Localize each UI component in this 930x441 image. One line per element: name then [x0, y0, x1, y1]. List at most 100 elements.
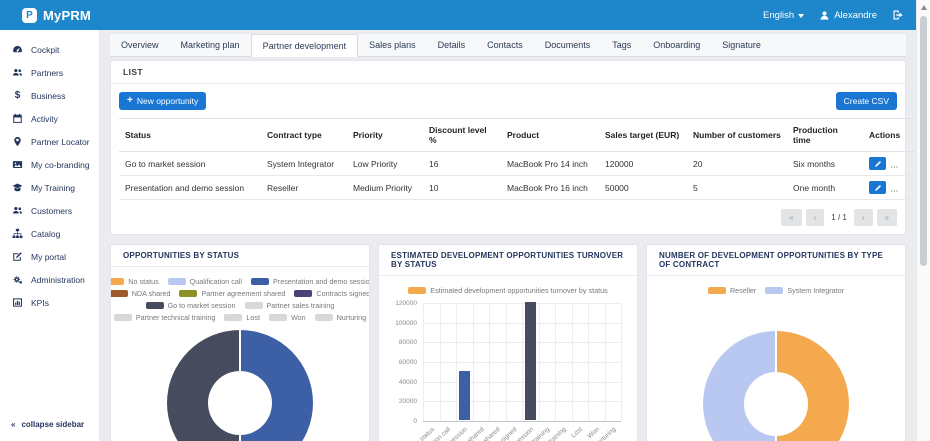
- gridline: [473, 303, 474, 421]
- tab-signature[interactable]: Signature: [711, 34, 772, 56]
- table-header-cell: Status: [119, 119, 261, 152]
- table-cell: MacBook Pro 14 inch: [501, 152, 599, 176]
- table-cell: 50000: [599, 176, 687, 200]
- chart-legend-row: Reseller System Integrator: [708, 286, 844, 295]
- legend-item[interactable]: Partner sales training: [245, 301, 335, 310]
- sidebar-item-catalog[interactable]: Catalog: [0, 222, 99, 245]
- y-axis-tick-label: 80000: [399, 339, 417, 346]
- legend-item[interactable]: Partner agreement shared: [179, 289, 285, 298]
- sign-out-icon[interactable]: [892, 9, 904, 21]
- tab-details[interactable]: Details: [427, 34, 477, 56]
- legend-swatch: [708, 287, 726, 294]
- y-axis-tick-label: 100000: [395, 320, 417, 327]
- collapse-icon: «: [11, 420, 15, 429]
- tab-tags[interactable]: Tags: [601, 34, 642, 56]
- page-first-button[interactable]: «: [781, 209, 801, 226]
- sidebar-item-my-co-branding[interactable]: My co-branding: [0, 153, 99, 176]
- language-selector[interactable]: English: [763, 10, 804, 21]
- sidebar-item-label: Cockpit: [31, 45, 59, 55]
- legend-swatch: [224, 314, 242, 321]
- tab-sales-plans[interactable]: Sales plans: [358, 34, 427, 56]
- sidebar-item-label: Partner Locator: [31, 137, 90, 147]
- tab-overview[interactable]: Overview: [110, 34, 170, 56]
- legend-label: Qualification call: [190, 277, 242, 286]
- table-header-cell: Product: [501, 119, 599, 152]
- y-axis-tick-label: 60000: [399, 359, 417, 366]
- sidebar-item-partners[interactable]: Partners: [0, 61, 99, 84]
- dollar-icon: $: [11, 90, 24, 101]
- legend-label: Reseller: [730, 286, 756, 295]
- brand[interactable]: P MyPRM: [22, 8, 91, 23]
- cogs-icon: [11, 274, 24, 285]
- tab-contacts[interactable]: Contacts: [476, 34, 534, 56]
- tab-onboarding[interactable]: Onboarding: [642, 34, 711, 56]
- chart-panel-opportunities-by-status: OPPORTUNITIES BY STATUS No statusQualifi…: [110, 244, 370, 441]
- list-panel-body: + New opportunity Create CSV StatusContr…: [111, 84, 905, 234]
- tab-documents[interactable]: Documents: [534, 34, 602, 56]
- table-cell-actions: [863, 176, 915, 200]
- tab-partner-development[interactable]: Partner development: [251, 34, 359, 57]
- graduation-cap-icon: [11, 182, 24, 193]
- gridline: [588, 303, 589, 421]
- sidebar-item-label: My Training: [31, 183, 75, 193]
- sidebar-item-business[interactable]: $Business: [0, 84, 99, 107]
- legend-swatch: [168, 278, 186, 285]
- legend-item[interactable]: Partner technical training: [114, 313, 216, 322]
- brand-name: MyPRM: [43, 8, 91, 23]
- page-last-button[interactable]: »: [877, 209, 897, 226]
- scrollbar[interactable]: [916, 0, 930, 441]
- legend-item[interactable]: Won: [269, 313, 306, 322]
- sitemap-icon: [11, 228, 24, 239]
- chart-legend-row: NDA shared Partner agreement shared Contra…: [110, 289, 370, 298]
- collapse-sidebar[interactable]: « collapse sidebar: [11, 420, 84, 429]
- sidebar-item-label: KPIs: [31, 298, 49, 308]
- table-cell: 16: [423, 152, 501, 176]
- bar-chart: 120000100000800006000040000200000 No sta…: [389, 303, 627, 441]
- create-csv-button[interactable]: Create CSV: [836, 92, 897, 110]
- sidebar-item-my-training[interactable]: My Training: [0, 176, 99, 199]
- page-next-button[interactable]: ›: [854, 209, 873, 226]
- scroll-thumb[interactable]: [920, 16, 927, 266]
- gauge-icon: [11, 44, 24, 55]
- table-cell: 120000: [599, 152, 687, 176]
- donut-hole: [744, 372, 808, 436]
- legend-item[interactable]: System Integrator: [765, 286, 844, 295]
- gridline: [555, 303, 556, 421]
- legend-item[interactable]: Nurturing: [315, 313, 367, 322]
- page-prev-button[interactable]: ‹: [806, 209, 825, 226]
- sidebar-item-partner-locator[interactable]: Partner Locator: [0, 130, 99, 153]
- edit-button[interactable]: [869, 157, 886, 170]
- user-menu[interactable]: Alexandre: [819, 10, 877, 21]
- legend-item[interactable]: Go to market session: [146, 301, 236, 310]
- header: P MyPRM English Alexandre: [0, 0, 916, 30]
- sidebar-item-my-portal[interactable]: My portal: [0, 245, 99, 268]
- legend-item[interactable]: Estimated development opportunities turn…: [408, 286, 607, 295]
- y-axis-tick-label: 0: [413, 418, 417, 425]
- legend-label: Estimated development opportunities turn…: [430, 286, 607, 295]
- legend-item[interactable]: Lost: [224, 313, 260, 322]
- legend-item[interactable]: NDA shared: [110, 289, 170, 298]
- legend-label: Won: [291, 313, 306, 322]
- sidebar-item-administration[interactable]: Administration: [0, 268, 99, 291]
- sidebar-item-kpis[interactable]: KPIs: [0, 291, 99, 314]
- sidebar-item-activity[interactable]: Activity: [0, 107, 99, 130]
- sidebar-item-label: Catalog: [31, 229, 60, 239]
- new-opportunity-label: New opportunity: [137, 96, 198, 106]
- gridline: [456, 303, 457, 421]
- pencil-icon: [874, 184, 882, 192]
- x-axis-label: Lost: [571, 426, 585, 439]
- scroll-up-arrow[interactable]: [921, 5, 927, 10]
- sidebar-item-customers[interactable]: Customers: [0, 199, 99, 222]
- users-icon: [11, 67, 24, 78]
- legend-swatch: [294, 290, 312, 297]
- sidebar-item-cockpit[interactable]: Cockpit: [0, 38, 99, 61]
- new-opportunity-button[interactable]: + New opportunity: [119, 92, 206, 110]
- tab-marketing-plan[interactable]: Marketing plan: [170, 34, 251, 56]
- legend-item[interactable]: Reseller: [708, 286, 756, 295]
- table-cell: Go to market session: [119, 152, 261, 176]
- edit-button[interactable]: [869, 181, 886, 194]
- legend-item[interactable]: Presentation and demo session: [251, 277, 370, 286]
- legend-item[interactable]: No status: [110, 277, 159, 286]
- legend-item[interactable]: Contracts signed: [294, 289, 370, 298]
- legend-item[interactable]: Qualification call: [168, 277, 242, 286]
